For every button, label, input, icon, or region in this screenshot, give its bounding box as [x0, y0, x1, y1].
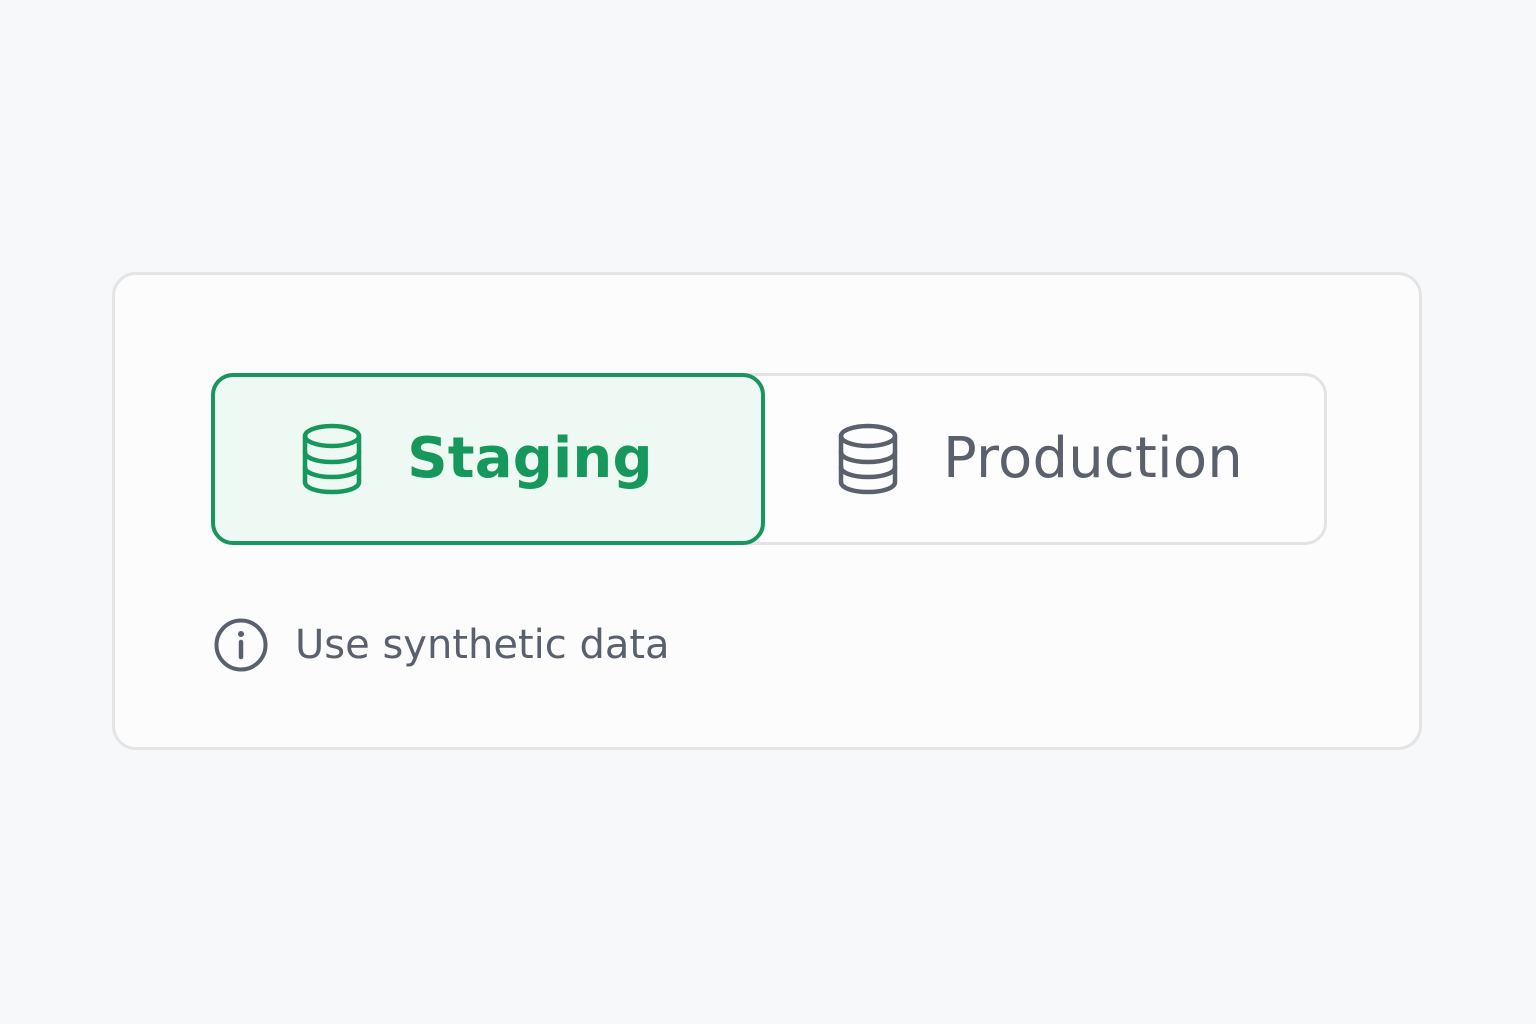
- synthetic-data-hint: Use synthetic data: [213, 615, 670, 675]
- info-icon: [213, 617, 269, 673]
- environment-option-label: Staging: [407, 426, 653, 491]
- environment-card: Staging Production Use synthetic data: [112, 272, 1422, 750]
- database-icon: [301, 423, 363, 495]
- environment-option-label: Production: [943, 426, 1243, 491]
- hint-text: Use synthetic data: [295, 622, 670, 668]
- environment-option-production[interactable]: Production: [765, 373, 1327, 545]
- environment-segmented-control: Staging Production: [211, 373, 1327, 545]
- database-icon: [837, 423, 899, 495]
- environment-option-staging[interactable]: Staging: [211, 373, 765, 545]
